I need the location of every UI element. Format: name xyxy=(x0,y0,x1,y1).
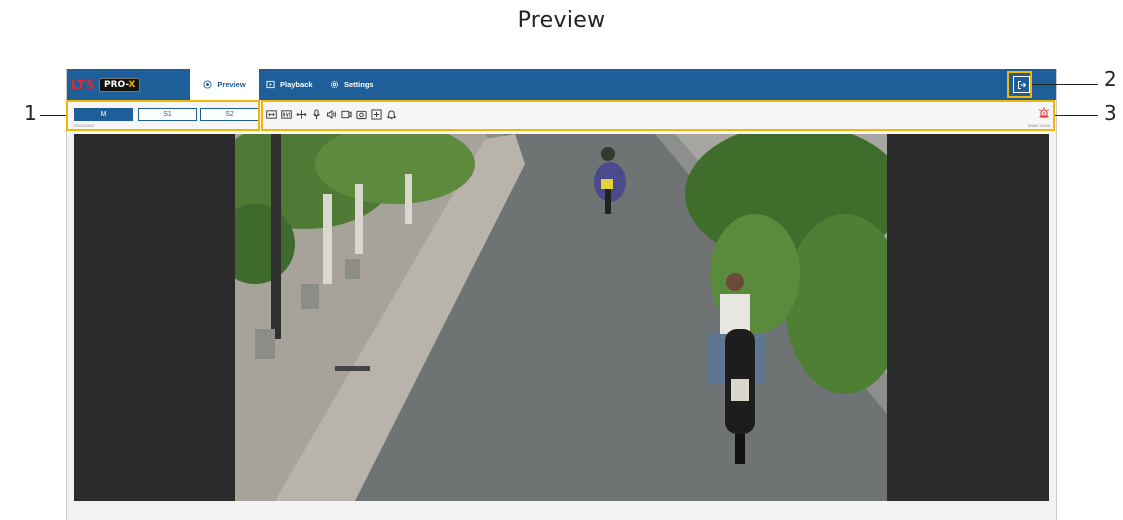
logo: LTS PRO-X xyxy=(71,77,141,92)
tab-settings-label: Settings xyxy=(344,80,374,89)
callout-number-2: 2 xyxy=(1104,67,1117,91)
document-title: Preview xyxy=(517,8,606,33)
eye-icon xyxy=(203,80,212,89)
tab-playback-label: Playback xyxy=(280,80,313,89)
logo-product-suffix: X xyxy=(128,79,136,90)
stream-switch-callout-box xyxy=(66,100,260,131)
top-navigation-bar: LTS PRO-X Preview Playback Settings xyxy=(67,69,1056,100)
camera-scene-image xyxy=(235,134,887,501)
logo-product-prefix: PRO- xyxy=(104,79,129,90)
tab-preview-label: Preview xyxy=(217,80,246,89)
gear-icon xyxy=(330,80,339,89)
callout-3-leader-line xyxy=(1055,115,1098,116)
tab-preview[interactable]: Preview xyxy=(190,69,259,100)
tab-settings[interactable]: Settings xyxy=(330,69,374,100)
live-video-area[interactable] xyxy=(74,134,1049,501)
callout-2-leader-line xyxy=(1032,84,1098,85)
toolbar-callout-box xyxy=(261,100,1055,131)
callout-1-leader-line xyxy=(40,115,66,116)
playback-icon xyxy=(266,80,275,89)
logo-brand: LTS xyxy=(71,77,95,92)
web-ui-frame: LTS PRO-X Preview Playback Settings M S1… xyxy=(66,69,1057,520)
callout-number-1: 1 xyxy=(24,101,37,125)
callout-number-3: 3 xyxy=(1104,101,1117,125)
logout-callout-box xyxy=(1007,71,1032,98)
tab-playback[interactable]: Playback xyxy=(266,69,313,100)
logo-product: PRO-X xyxy=(99,77,141,92)
